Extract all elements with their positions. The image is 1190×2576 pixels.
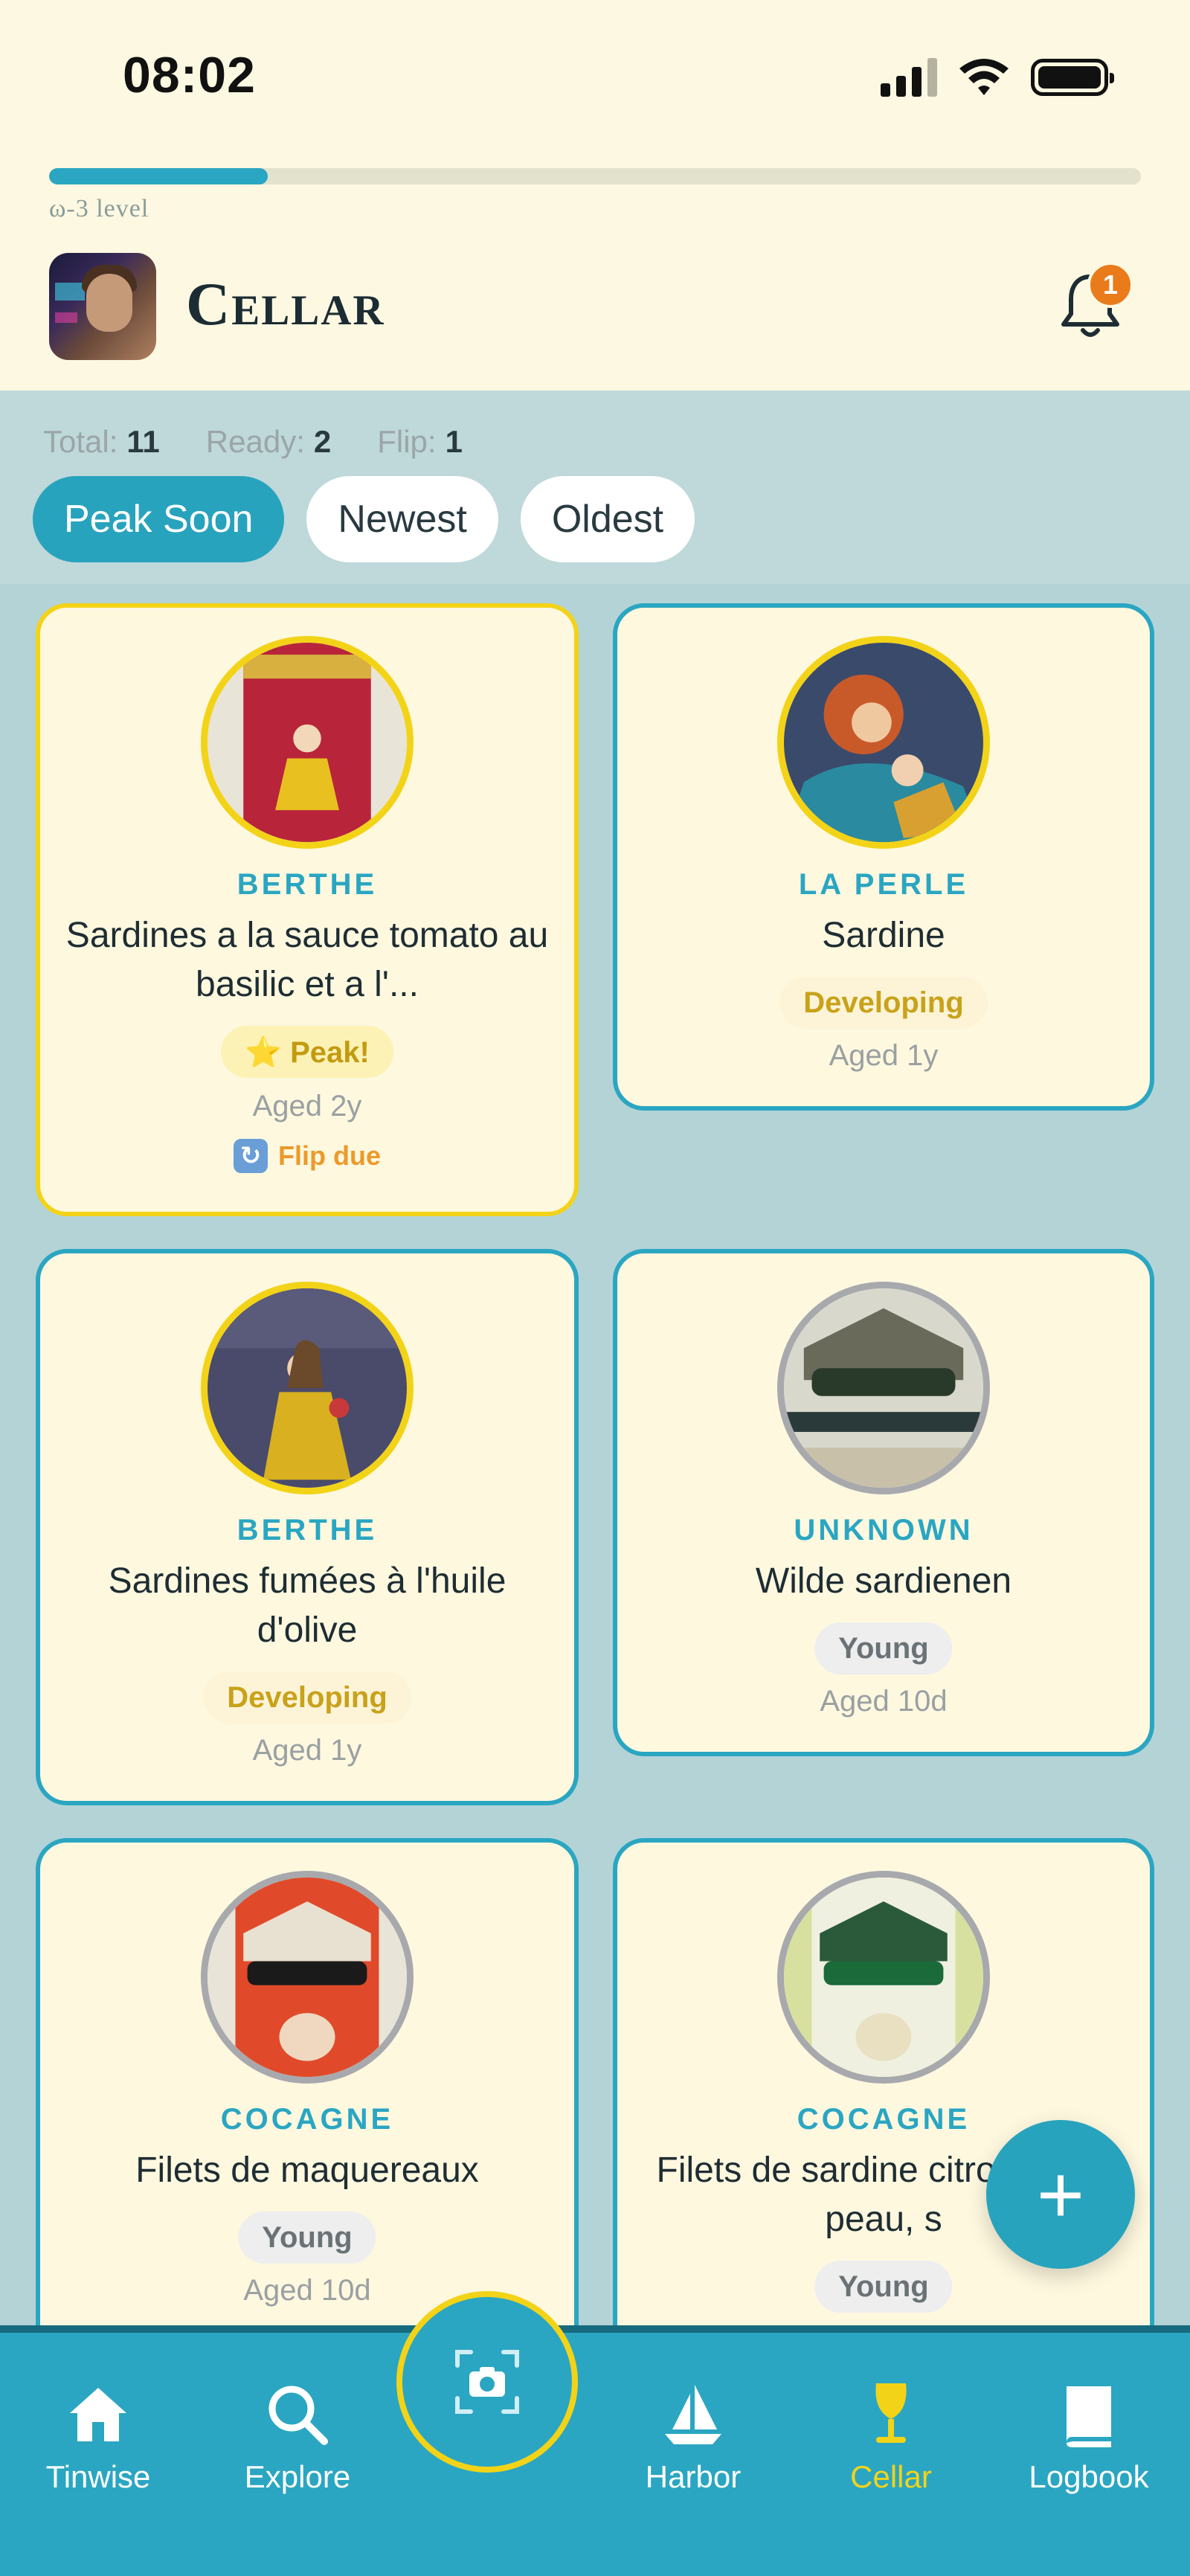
tin-age: Aged 1y (829, 1039, 939, 1072)
book-icon (1067, 2386, 1111, 2447)
tab-label: Explore (244, 2459, 351, 2494)
stat-ready: Ready: 2 (205, 424, 332, 459)
tin-name: Filets de maquereaux (135, 2151, 479, 2190)
stat-total: Total: 11 (43, 424, 160, 459)
camera-scan-icon (455, 2350, 519, 2414)
tin-brand: UNKNOWN (794, 1514, 974, 1546)
status-badge: Developing (203, 1671, 411, 1724)
chip-oldest[interactable]: Oldest (520, 476, 695, 562)
flip-due-indicator: ↻ Flip due (40, 1139, 574, 1173)
tin-card[interactable]: UNKNOWN Wilde sardienen Young Aged 10d (613, 1249, 1154, 1756)
tin-brand: LA PERLE (798, 868, 969, 901)
tin-name: Sardine (822, 916, 945, 955)
tin-card[interactable]: LA PERLE Sardine Developing Aged 1y (613, 603, 1154, 1111)
add-tin-button[interactable]: + (986, 2120, 1135, 2269)
tin-card[interactable]: BERTHE Sardines a la sauce tomato au bas… (36, 603, 579, 1216)
tab-harbor[interactable]: Harbor (604, 2377, 782, 2495)
tab-explore[interactable]: Explore (208, 2377, 387, 2495)
cellar-grid: BERTHE Sardines a la sauce tomato au bas… (0, 584, 1190, 2328)
chip-newest[interactable]: Newest (306, 476, 498, 562)
omega3-progress-bar (49, 168, 1141, 184)
status-bar: 08:02 (0, 0, 1190, 149)
tin-thumbnail (201, 1282, 414, 1494)
tin-thumbnail (777, 636, 990, 849)
signal-icon (881, 58, 937, 97)
tab-cellar[interactable]: Cellar (802, 2377, 980, 2495)
status-badge: Young (238, 2212, 376, 2264)
page-title: Cellar (186, 270, 385, 338)
tin-age: Aged 10d (820, 1685, 948, 1718)
tin-card[interactable]: COCAGNE Filets de maquereaux Young Aged … (36, 1838, 579, 2328)
tab-label: Harbor (645, 2459, 742, 2494)
status-time: 08:02 (123, 47, 256, 103)
tin-brand: BERTHE (237, 1514, 378, 1546)
tin-name: Sardines a la sauce tomato au basilic et… (65, 916, 549, 1004)
wine-glass-icon (875, 2383, 907, 2443)
tin-thumbnail (201, 636, 414, 849)
tin-thumbnail (777, 1871, 990, 2084)
chip-peak-soon[interactable]: Peak Soon (33, 476, 285, 562)
tin-age: Aged 2y (252, 1090, 362, 1122)
flip-due-label: Flip due (278, 1140, 381, 1171)
notification-badge: 1 (1087, 262, 1133, 308)
omega3-level-label: ω-3 level (49, 195, 149, 222)
tab-label: Tinwise (45, 2459, 151, 2494)
search-icon (268, 2386, 328, 2445)
battery-icon (1031, 59, 1114, 96)
tin-brand: BERTHE (237, 868, 378, 901)
user-avatar[interactable] (49, 253, 156, 360)
tin-thumbnail (201, 1871, 414, 2084)
tin-age: Aged 1y (252, 1734, 362, 1767)
tab-label: Cellar (850, 2459, 932, 2494)
tab-tinwise[interactable]: Tinwise (9, 2377, 187, 2495)
tin-card[interactable]: BERTHE Sardines fumées à l'huile d'olive… (36, 1249, 579, 1805)
tab-logbook[interactable]: Logbook (1000, 2377, 1178, 2495)
status-badge: Developing (779, 977, 988, 1029)
stat-flip: Flip: 1 (377, 424, 463, 459)
tab-label: Logbook (1029, 2459, 1149, 2494)
sort-chips: Peak Soon Newest Oldest (33, 476, 695, 562)
scan-tin-button[interactable] (396, 2291, 578, 2473)
status-badge: ⭐ Peak! (221, 1026, 393, 1078)
tin-name: Wilde sardienen (755, 1561, 1012, 1601)
tin-name: Sardines fumées à l'huile d'olive (108, 1561, 506, 1650)
tin-brand: COCAGNE (220, 2103, 394, 2136)
sailboat-icon (665, 2385, 721, 2444)
status-icons (881, 58, 1114, 97)
status-badge: Young (814, 1622, 953, 1674)
status-badge: Young (814, 2261, 953, 2313)
omega3-progress-fill (49, 168, 268, 184)
wifi-icon (959, 59, 1009, 95)
bottom-tab-bar: Tinwise Explore Harbor Cellar Logbook (0, 2325, 1190, 2576)
home-icon (70, 2388, 126, 2441)
flip-icon: ↻ (234, 1139, 268, 1173)
tin-thumbnail (777, 1282, 990, 1494)
stats-row: Total: 11 Ready: 2 Flip: 1 (43, 424, 463, 460)
